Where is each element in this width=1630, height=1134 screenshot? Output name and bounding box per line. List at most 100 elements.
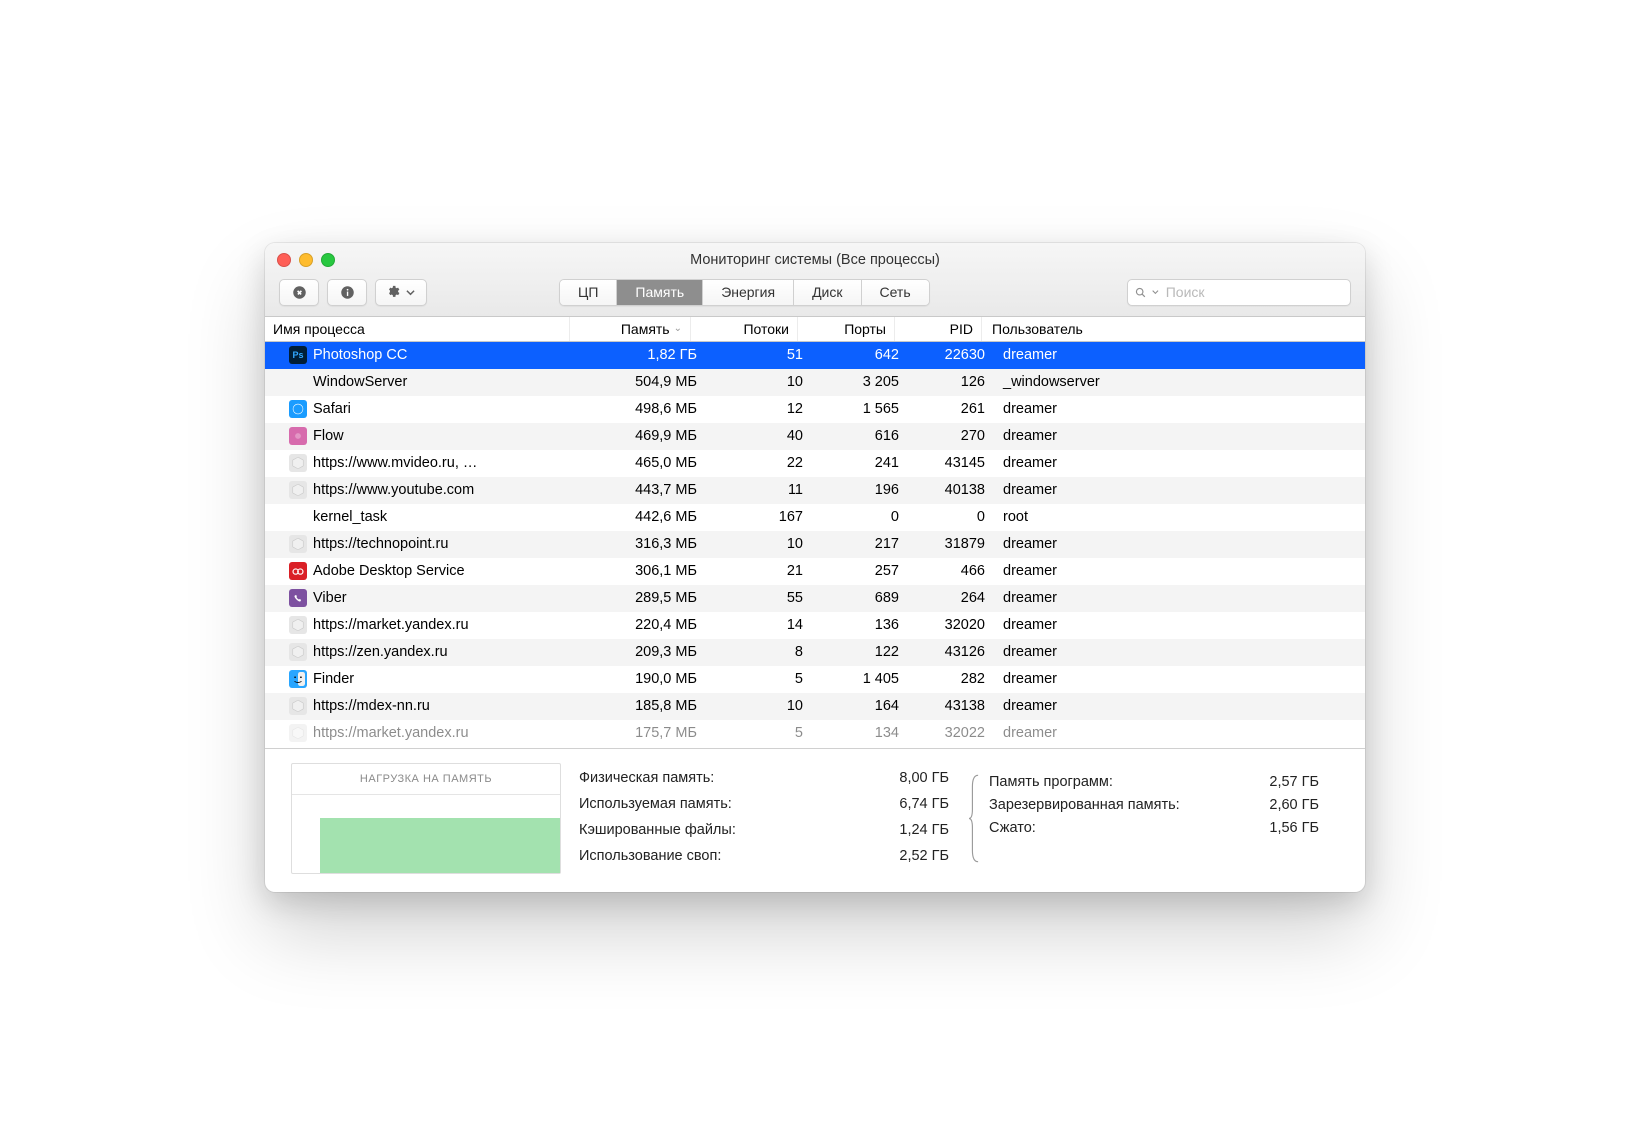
web-process-icon	[289, 616, 307, 634]
process-user: dreamer	[993, 671, 1365, 687]
memory-stats-primary: Физическая память:8,00 ГБ Используемая п…	[561, 763, 963, 874]
search-input[interactable]	[1164, 283, 1344, 301]
column-header-name[interactable]: Имя процесса	[265, 317, 570, 341]
process-memory: 220,4 МБ	[585, 617, 705, 633]
process-memory: 442,6 МБ	[585, 509, 705, 525]
tab-disk[interactable]: Диск	[794, 280, 861, 305]
table-row[interactable]: Adobe Desktop Service306,1 МБ21257466dre…	[265, 558, 1365, 585]
table-row[interactable]: Viber289,5 МБ55689264dreamer	[265, 585, 1365, 612]
tab-cpu[interactable]: ЦП	[560, 280, 617, 305]
memory-pressure-chart: НАГРУЗКА НА ПАМЯТЬ	[291, 763, 561, 874]
process-threads: 10	[705, 536, 811, 552]
process-ports: 241	[811, 455, 907, 471]
process-name: Safari	[313, 401, 351, 417]
table-row[interactable]: https://market.yandex.ru220,4 МБ14136320…	[265, 612, 1365, 639]
inspect-process-button[interactable]	[327, 279, 367, 306]
process-ports: 257	[811, 563, 907, 579]
process-memory: 185,8 МБ	[585, 698, 705, 714]
process-memory: 469,9 МБ	[585, 428, 705, 444]
table-row[interactable]: https://technopoint.ru316,3 МБ1021731879…	[265, 531, 1365, 558]
process-ports: 3 205	[811, 374, 907, 390]
web-process-icon	[289, 454, 307, 472]
table-row[interactable]: WindowServer504,9 МБ103 205126_windowser…	[265, 369, 1365, 396]
web-process-icon	[289, 535, 307, 553]
process-threads: 14	[705, 617, 811, 633]
table-row[interactable]: https://market.yandex.ru175,7 МБ51343202…	[265, 720, 1365, 747]
memory-pressure-graph	[292, 795, 560, 873]
process-pid: 282	[907, 671, 993, 687]
process-memory: 316,3 МБ	[585, 536, 705, 552]
column-header-memory-label: Память	[621, 321, 670, 337]
table-row[interactable]: Flow469,9 МБ40616270dreamer	[265, 423, 1365, 450]
column-header-user[interactable]: Пользователь	[982, 317, 1365, 341]
process-ports: 1 405	[811, 671, 907, 687]
web-process-icon	[289, 697, 307, 715]
process-user: dreamer	[993, 725, 1365, 741]
tab-network[interactable]: Сеть	[862, 280, 929, 305]
process-memory: 289,5 МБ	[585, 590, 705, 606]
chevron-down-icon	[406, 288, 415, 297]
table-row[interactable]: https://zen.yandex.ru209,3 МБ812243126dr…	[265, 639, 1365, 666]
process-ports: 217	[811, 536, 907, 552]
used-memory-value: 6,74 ГБ	[899, 796, 949, 812]
memory-pressure-title: НАГРУЗКА НА ПАМЯТЬ	[292, 764, 560, 795]
table-row[interactable]: PsPhotoshop CC1,82 ГБ5164222630dreamer	[265, 342, 1365, 369]
view-options-button[interactable]	[375, 279, 427, 306]
wired-memory-value: 2,60 ГБ	[1269, 797, 1319, 813]
process-name: https://market.yandex.ru	[313, 725, 469, 741]
process-pid: 40138	[907, 482, 993, 498]
activity-monitor-window: Мониторинг системы (Все процессы) ЦП Пам…	[265, 243, 1365, 892]
swap-used-label: Использование своп:	[579, 848, 721, 864]
brace-icon	[969, 773, 979, 864]
process-memory: 209,3 МБ	[585, 644, 705, 660]
viber-icon	[289, 589, 307, 607]
web-process-icon	[289, 481, 307, 499]
safari-icon	[289, 400, 307, 418]
zoom-window-button[interactable]	[321, 253, 335, 267]
process-threads: 10	[705, 698, 811, 714]
quit-process-button[interactable]	[279, 279, 319, 306]
process-pid: 43126	[907, 644, 993, 660]
column-header-threads[interactable]: Потоки	[691, 317, 798, 341]
physical-memory-label: Физическая память:	[579, 770, 714, 786]
process-pid: 0	[907, 509, 993, 525]
process-ports: 616	[811, 428, 907, 444]
process-name: Viber	[313, 590, 347, 606]
table-row[interactable]: https://www.mvideo.ru, …465,0 МБ22241431…	[265, 450, 1365, 477]
column-header-memory[interactable]: Память ⌄	[570, 317, 691, 341]
minimize-window-button[interactable]	[299, 253, 313, 267]
column-header-pid[interactable]: PID	[895, 317, 982, 341]
flow-icon	[289, 427, 307, 445]
process-threads: 167	[705, 509, 811, 525]
process-name: Photoshop CC	[313, 347, 407, 363]
search-field[interactable]	[1127, 279, 1351, 306]
finder-icon	[289, 670, 307, 688]
close-window-button[interactable]	[277, 253, 291, 267]
table-row[interactable]: https://www.youtube.com443,7 МБ111964013…	[265, 477, 1365, 504]
process-user: dreamer	[993, 698, 1365, 714]
compressed-memory-label: Сжато:	[989, 820, 1036, 836]
process-user: dreamer	[993, 536, 1365, 552]
column-header-ports[interactable]: Порты	[798, 317, 895, 341]
process-ports: 689	[811, 590, 907, 606]
table-row[interactable]: kernel_task442,6 МБ16700root	[265, 504, 1365, 531]
process-table[interactable]: PsPhotoshop CC1,82 ГБ5164222630dreamerWi…	[265, 342, 1365, 748]
search-icon	[1134, 286, 1147, 299]
table-row[interactable]: Safari498,6 МБ121 565261dreamer	[265, 396, 1365, 423]
chevron-down-icon	[1152, 288, 1159, 296]
process-threads: 10	[705, 374, 811, 390]
tab-energy[interactable]: Энергия	[703, 280, 794, 305]
process-memory: 306,1 МБ	[585, 563, 705, 579]
table-header: Имя процесса Память ⌄ Потоки Порты PID П…	[265, 317, 1365, 342]
table-row[interactable]: Finder190,0 МБ51 405282dreamer	[265, 666, 1365, 693]
process-name: https://www.mvideo.ru, …	[313, 455, 477, 471]
process-memory: 1,82 ГБ	[585, 347, 705, 363]
process-pid: 466	[907, 563, 993, 579]
process-name: kernel_task	[313, 509, 387, 525]
process-memory: 190,0 МБ	[585, 671, 705, 687]
process-user: dreamer	[993, 347, 1365, 363]
table-row[interactable]: https://mdex-nn.ru185,8 МБ1016443138drea…	[265, 693, 1365, 720]
process-ports: 642	[811, 347, 907, 363]
tab-memory[interactable]: Память	[617, 280, 703, 305]
titlebar: Мониторинг системы (Все процессы) ЦП Пам…	[265, 243, 1365, 317]
